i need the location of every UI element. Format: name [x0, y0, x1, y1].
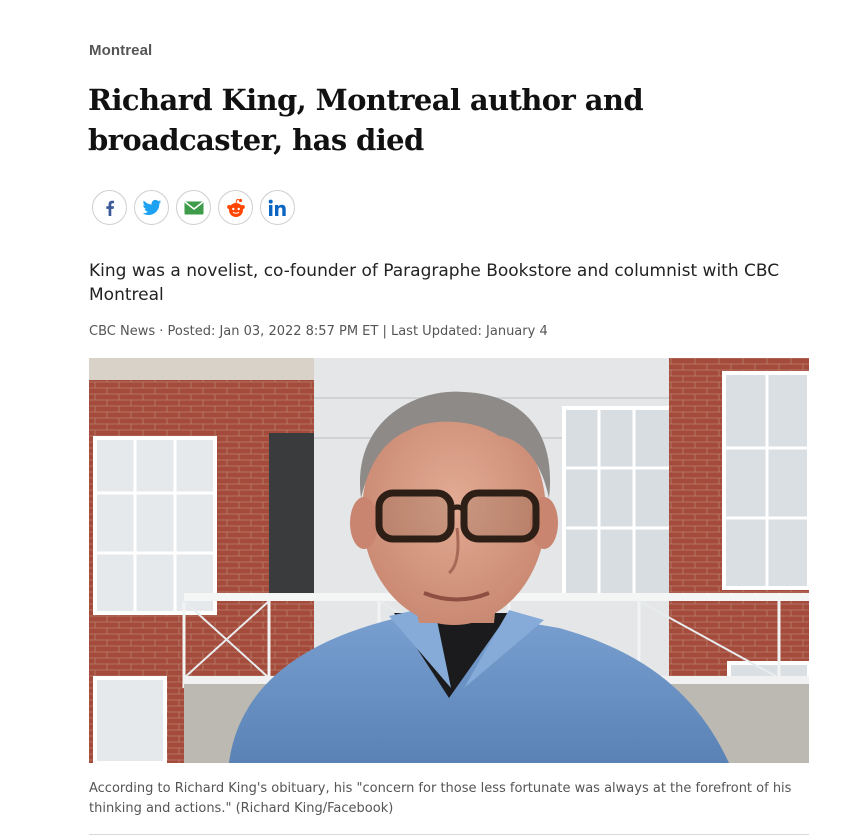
divider [89, 834, 809, 835]
facebook-icon [105, 200, 114, 216]
twitter-icon [142, 199, 161, 215]
article-byline: CBC News · Posted: Jan 03, 2022 8:57 PM … [89, 324, 548, 339]
share-twitter-button[interactable] [134, 190, 169, 225]
article-photo [89, 358, 809, 763]
linkedin-icon [268, 199, 286, 216]
share-linkedin-button[interactable] [260, 190, 295, 225]
photo-caption: According to Richard King's obituary, hi… [89, 781, 792, 816]
share-email-button[interactable] [176, 190, 211, 225]
reddit-icon [226, 198, 245, 217]
email-icon [184, 200, 203, 214]
section-label[interactable]: Montreal [89, 42, 152, 59]
share-bar [92, 190, 295, 225]
share-reddit-button[interactable] [218, 190, 253, 225]
share-facebook-button[interactable] [92, 190, 127, 225]
article-headline: Richard King, Montreal author and broadc… [88, 83, 644, 157]
article-deck: King was a novelist, co-founder of Parag… [89, 261, 780, 305]
